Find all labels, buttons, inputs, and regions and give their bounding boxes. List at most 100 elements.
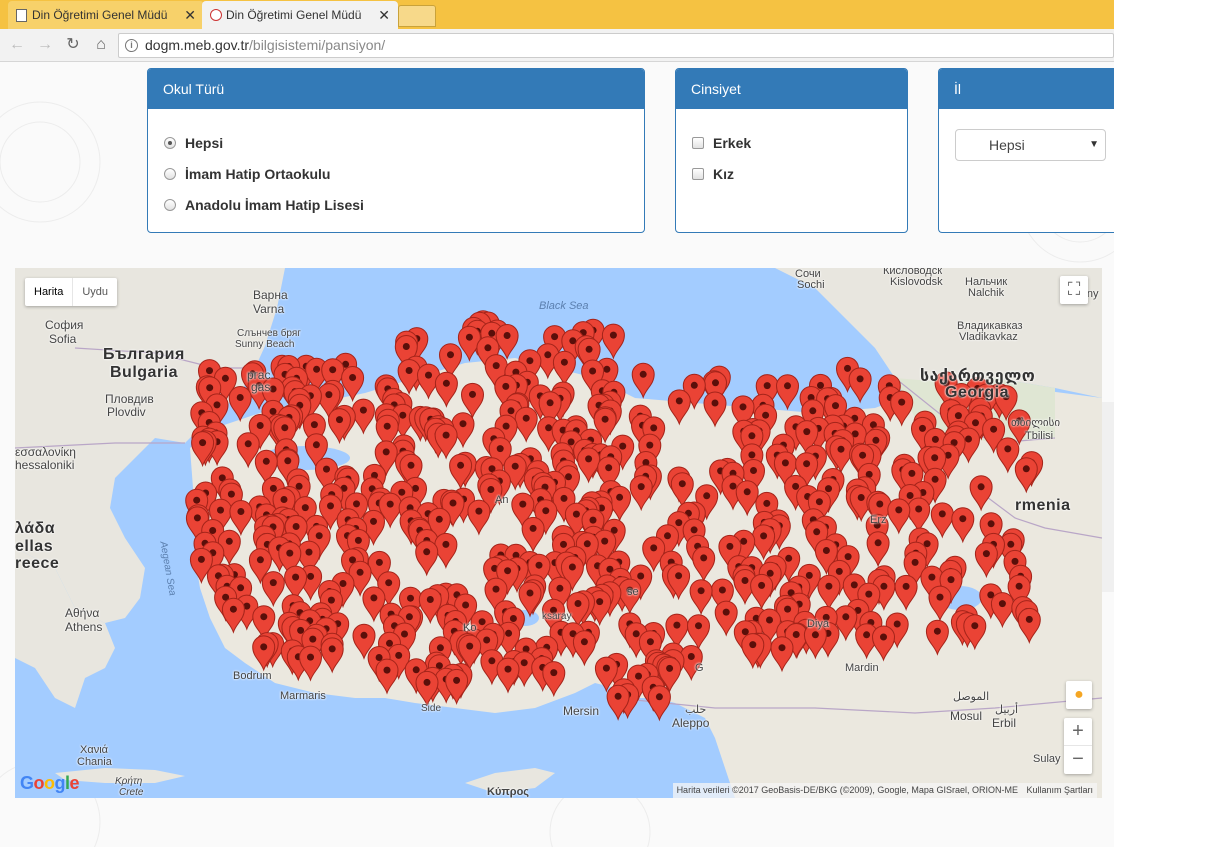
map-label: Nalchik xyxy=(968,287,1005,299)
map-label: Kislovodsk xyxy=(890,276,943,288)
pension-marker[interactable] xyxy=(775,374,800,411)
map-label: Aleppo xyxy=(672,716,710,730)
radio-button[interactable] xyxy=(164,198,176,211)
close-icon[interactable]: ✕ xyxy=(184,7,196,24)
map-label: εσσαλονίκη xyxy=(15,445,76,459)
zoom-in-button[interactable]: + xyxy=(1064,718,1092,746)
checkbox[interactable] xyxy=(692,167,704,180)
map-label-greece-el: λάδα xyxy=(15,520,56,537)
map-label-bulgaria: Bulgaria xyxy=(110,364,179,381)
forward-arrow-icon[interactable]: → xyxy=(34,34,56,56)
google-logo[interactable]: Google xyxy=(20,773,80,794)
pension-marker[interactable] xyxy=(601,323,625,360)
map-label-black-sea: Black Sea xyxy=(539,300,589,312)
map-label: Bodrum xyxy=(233,670,272,682)
panel-title: Okul Türü xyxy=(148,69,644,109)
map-type-satellite-button[interactable]: Uydu xyxy=(73,278,117,306)
map[interactable]: Black Sea Aegean Sea България Bulgaria ს… xyxy=(15,268,1102,798)
province-select[interactable]: Hepsi ▼ xyxy=(955,129,1106,161)
map-label: Пловдив xyxy=(105,392,154,406)
reload-icon[interactable]: ↻ xyxy=(62,34,84,56)
panel-title: Cinsiyet xyxy=(676,69,907,109)
map-attribution: Harita verileri ©2017 GeoBasis-DE/BKG (©… xyxy=(672,783,1097,798)
school-type-panel: Okul Türü Hepsi İmam Hatip Ortaokulu Ana… xyxy=(147,68,645,233)
map-label: Chania xyxy=(77,756,112,768)
map-label: Слънчев бряг xyxy=(237,328,301,339)
map-label: Κρήτη xyxy=(115,776,143,787)
school-type-option-middle[interactable]: İmam Hatip Ortaokulu xyxy=(164,158,628,189)
map-label: الموصل xyxy=(953,691,990,703)
map-label: Χανιά xyxy=(80,744,108,756)
page-content: Okul Türü Hepsi İmam Hatip Ortaokulu Ana… xyxy=(0,62,1114,847)
map-label: Варна xyxy=(253,288,288,302)
browser-tab-1[interactable]: Din Öğretimi Genel Müdü ✕ xyxy=(8,1,204,29)
option-label: Erkek xyxy=(713,134,752,151)
school-type-option-high[interactable]: Anadolu İmam Hatip Lisesi xyxy=(164,189,628,220)
pension-marker[interactable] xyxy=(848,367,872,404)
school-type-option-all[interactable]: Hepsi xyxy=(164,127,628,158)
back-arrow-icon[interactable]: ← xyxy=(6,34,28,56)
map-label: se xyxy=(627,586,639,598)
pension-marker[interactable] xyxy=(495,324,519,361)
site-favicon-icon xyxy=(210,9,222,21)
home-icon[interactable]: ⌂ xyxy=(90,34,112,56)
terms-link[interactable]: Kullanım Şartları xyxy=(1026,785,1093,795)
map-label: Athens xyxy=(65,620,103,634)
gender-panel: Cinsiyet Erkek Kız xyxy=(675,68,908,233)
pension-marker[interactable] xyxy=(228,386,252,423)
url-path: /bilgisistemi/pansiyon/ xyxy=(249,37,386,53)
close-icon[interactable]: ✕ xyxy=(378,7,390,24)
url-host: dogm.meb.gov.tr xyxy=(145,37,250,53)
new-tab-button[interactable] xyxy=(398,5,436,27)
map-label-bulgaria-bg: България xyxy=(103,346,185,363)
map-label-greece-1: ellas xyxy=(15,538,54,555)
option-label: Hepsi xyxy=(185,134,224,151)
fullscreen-icon[interactable]: ⛶ xyxy=(1060,276,1088,304)
radio-button[interactable] xyxy=(164,167,176,180)
street-view-pegman-icon[interactable]: ● xyxy=(1066,681,1092,709)
address-bar[interactable]: i dogm.meb.gov.tr/bilgisistemi/pansiyon/ xyxy=(118,33,1114,58)
map-label: ksaray xyxy=(542,611,572,622)
map-type-map-button[interactable]: Harita xyxy=(25,278,74,306)
province-panel: İl Hepsi ▼ xyxy=(938,68,1114,233)
map-label: hessaloniki xyxy=(15,458,75,472)
map-label: Κύπρος xyxy=(487,786,530,798)
map-label: An xyxy=(495,494,509,506)
map-label: Erz xyxy=(870,514,887,526)
window-gutter xyxy=(1114,0,1224,847)
zoom-control: + − xyxy=(1064,718,1092,774)
map-label: Αθήνα xyxy=(65,606,100,620)
map-label: Mardin xyxy=(845,662,879,674)
zoom-out-button[interactable]: − xyxy=(1064,746,1092,774)
map-label: Ko xyxy=(463,622,477,634)
map-label: Marmaris xyxy=(280,690,326,702)
map-label: Crete xyxy=(119,787,144,798)
gender-option-female[interactable]: Kız xyxy=(692,158,891,189)
option-label: İmam Hatip Ortaokulu xyxy=(185,165,331,182)
map-label: Vladikavkaz xyxy=(959,331,1018,343)
page-icon xyxy=(16,9,27,22)
map-label: حلب xyxy=(685,704,707,716)
attribution-text: Harita verileri ©2017 GeoBasis-DE/BKG (©… xyxy=(676,785,1018,795)
map-label: თბილისი xyxy=(1011,417,1061,429)
checkbox[interactable] xyxy=(692,136,704,149)
map-label: Erbil xyxy=(992,716,1017,730)
map-label: Sofia xyxy=(49,332,77,346)
gender-option-male[interactable]: Erkek xyxy=(692,127,891,158)
map-type-control: Harita Uydu xyxy=(25,278,118,306)
browser-toolbar: ← → ↻ ⌂ i dogm.meb.gov.tr/bilgisistemi/p… xyxy=(0,29,1114,62)
map-label: Diya xyxy=(807,618,830,630)
map-label: أربيل xyxy=(995,704,1019,716)
info-icon[interactable]: i xyxy=(125,39,138,52)
radio-button[interactable] xyxy=(164,136,176,149)
pension-marker[interactable] xyxy=(647,685,671,722)
panel-title: İl xyxy=(939,69,1114,109)
pension-marker[interactable] xyxy=(631,362,655,399)
map-label-georgia: Georgia xyxy=(945,384,1009,401)
option-label: Kız xyxy=(713,165,734,182)
map-label: Plovdiv xyxy=(107,405,146,419)
map-label: Tbilisi xyxy=(1025,430,1054,442)
map-label-georgia-ka: საქართველო xyxy=(920,368,1036,385)
scrollbar[interactable] xyxy=(1102,402,1114,592)
browser-tab-2[interactable]: Din Öğretimi Genel Müdü ✕ xyxy=(202,1,398,29)
